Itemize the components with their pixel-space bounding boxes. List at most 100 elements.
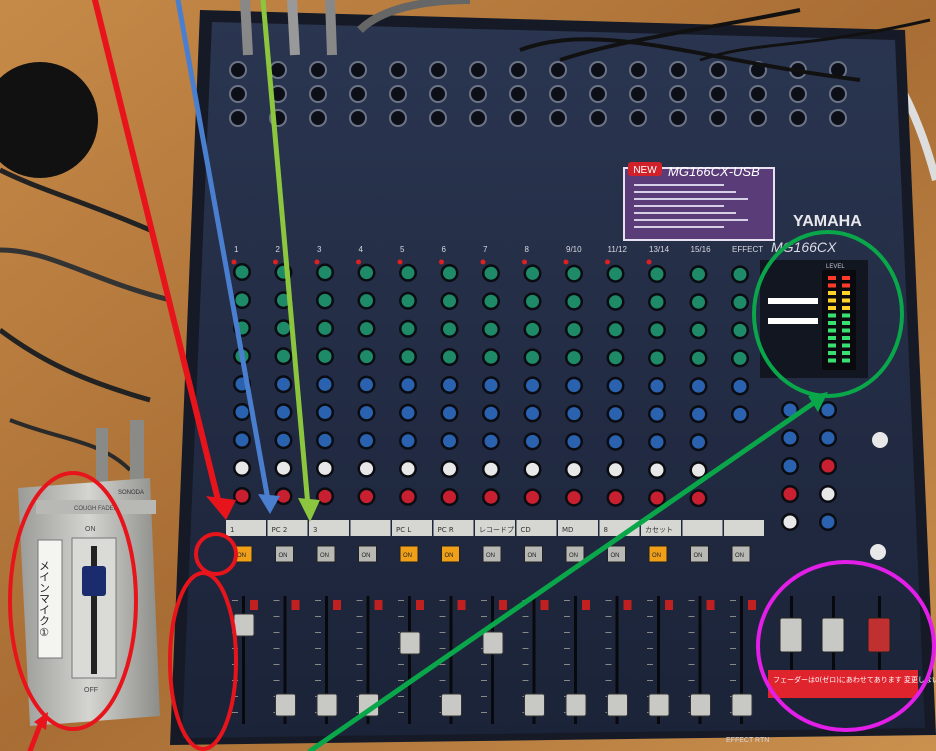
- jack-icon[interactable]: [469, 61, 487, 79]
- on-button-label: ON: [528, 553, 537, 559]
- jack-icon[interactable]: [509, 109, 527, 127]
- jack-icon[interactable]: [829, 85, 847, 103]
- pfl-button[interactable]: [706, 600, 715, 610]
- pfl-button[interactable]: [748, 600, 756, 610]
- jack-icon[interactable]: [509, 85, 527, 103]
- pfl-button[interactable]: [499, 600, 507, 610]
- jack-icon[interactable]: [629, 109, 647, 127]
- jack-icon[interactable]: [789, 85, 807, 103]
- pfl-button[interactable]: [250, 600, 258, 610]
- fader-knob[interactable]: [524, 693, 545, 717]
- jack-icon[interactable]: [229, 109, 247, 127]
- jack-icon[interactable]: [589, 85, 607, 103]
- pfl-button[interactable]: [291, 600, 300, 610]
- badge-label: NEW: [633, 165, 657, 176]
- jack-icon[interactable]: [309, 85, 327, 103]
- jack-icon[interactable]: [349, 85, 367, 103]
- fader-knob[interactable]: [565, 693, 587, 717]
- jack-icon[interactable]: [309, 61, 327, 79]
- pfl-button[interactable]: [457, 600, 466, 610]
- master-fader-knob[interactable]: [821, 617, 845, 653]
- jack-icon[interactable]: [469, 85, 487, 103]
- pfl-button[interactable]: [582, 600, 590, 610]
- jack-icon[interactable]: [749, 109, 767, 127]
- meter-led: [828, 343, 836, 348]
- jack-icon[interactable]: [429, 109, 447, 127]
- jack-icon[interactable]: [349, 109, 367, 127]
- peak-led: [522, 259, 527, 265]
- master-fader-knob[interactable]: [779, 617, 803, 653]
- fader-knob[interactable]: [316, 693, 338, 717]
- cough-fader-brand: SONODA: [118, 490, 144, 496]
- jack-icon[interactable]: [589, 109, 607, 127]
- jack-icon[interactable]: [389, 61, 407, 79]
- phones-knob-icon[interactable]: [872, 432, 888, 448]
- cough-fader-knob[interactable]: [82, 566, 106, 596]
- model-name: MG166CX-USB: [668, 164, 760, 179]
- jack-icon[interactable]: [509, 61, 527, 79]
- pfl-button[interactable]: [374, 600, 383, 610]
- jack-icon[interactable]: [349, 61, 367, 79]
- jack-icon[interactable]: [669, 109, 687, 127]
- cough-fader-off-label: OFF: [84, 687, 98, 694]
- peak-led: [314, 259, 320, 265]
- master-fader-knob[interactable]: [867, 617, 891, 653]
- scribble-label: 3: [313, 526, 317, 534]
- on-button-label: ON: [735, 553, 744, 559]
- meter-led: [842, 283, 850, 288]
- fader-knob[interactable]: [233, 613, 255, 637]
- peak-led: [439, 259, 444, 265]
- jack-icon[interactable]: [469, 109, 487, 127]
- jack-icon[interactable]: [229, 85, 247, 103]
- fader-knob[interactable]: [648, 693, 670, 717]
- pfl-button[interactable]: [540, 600, 549, 610]
- jack-icon[interactable]: [829, 109, 847, 127]
- meter-led: [842, 313, 850, 318]
- jack-icon[interactable]: [789, 109, 807, 127]
- pfl-button[interactable]: [665, 600, 673, 610]
- channel-number: 15/16: [691, 245, 712, 254]
- fader-knob[interactable]: [482, 631, 504, 655]
- jack-icon[interactable]: [229, 61, 247, 79]
- jack-icon[interactable]: [669, 61, 687, 79]
- jack-icon[interactable]: [749, 85, 767, 103]
- brand-logo: YAMAHA: [793, 213, 862, 230]
- notice-label: フェーダーは0(ゼロ)にあわせてあります 変更しないでください。: [773, 675, 936, 684]
- pfl-button[interactable]: [416, 600, 424, 610]
- fader-knob[interactable]: [607, 693, 628, 717]
- meter-led: [842, 276, 850, 280]
- fader-knob[interactable]: [441, 693, 462, 717]
- channel-number: 11/12: [608, 245, 628, 254]
- fader-knob[interactable]: [275, 693, 296, 717]
- jack-icon[interactable]: [429, 61, 447, 79]
- channel-number: 6: [442, 245, 447, 254]
- jack-icon[interactable]: [709, 61, 727, 79]
- jack-icon[interactable]: [709, 109, 727, 127]
- jack-icon[interactable]: [669, 85, 687, 103]
- jack-icon[interactable]: [549, 109, 567, 127]
- scribble-label: CD: [521, 526, 531, 534]
- pfl-button[interactable]: [333, 600, 341, 610]
- pfl-button[interactable]: [623, 600, 632, 610]
- scribble-label: PC R: [438, 526, 454, 534]
- jack-icon[interactable]: [589, 61, 607, 79]
- jack-icon[interactable]: [549, 85, 567, 103]
- jack-icon[interactable]: [269, 61, 287, 79]
- meter-led: [842, 298, 850, 303]
- fader-knob[interactable]: [690, 693, 711, 717]
- jack-icon[interactable]: [429, 85, 447, 103]
- peak-led: [356, 259, 361, 265]
- jack-icon[interactable]: [629, 61, 647, 79]
- channel-number: 2: [276, 245, 281, 254]
- peak-led: [646, 259, 652, 265]
- meter-led: [828, 283, 836, 288]
- jack-icon[interactable]: [629, 85, 647, 103]
- jack-icon[interactable]: [389, 85, 407, 103]
- jack-icon[interactable]: [549, 61, 567, 79]
- jack-icon[interactable]: [389, 109, 407, 127]
- fader-knob[interactable]: [399, 631, 421, 655]
- fader-knob[interactable]: [731, 693, 753, 717]
- jack-icon[interactable]: [309, 109, 327, 127]
- phones-knob-icon[interactable]: [870, 544, 886, 560]
- jack-icon[interactable]: [709, 85, 727, 103]
